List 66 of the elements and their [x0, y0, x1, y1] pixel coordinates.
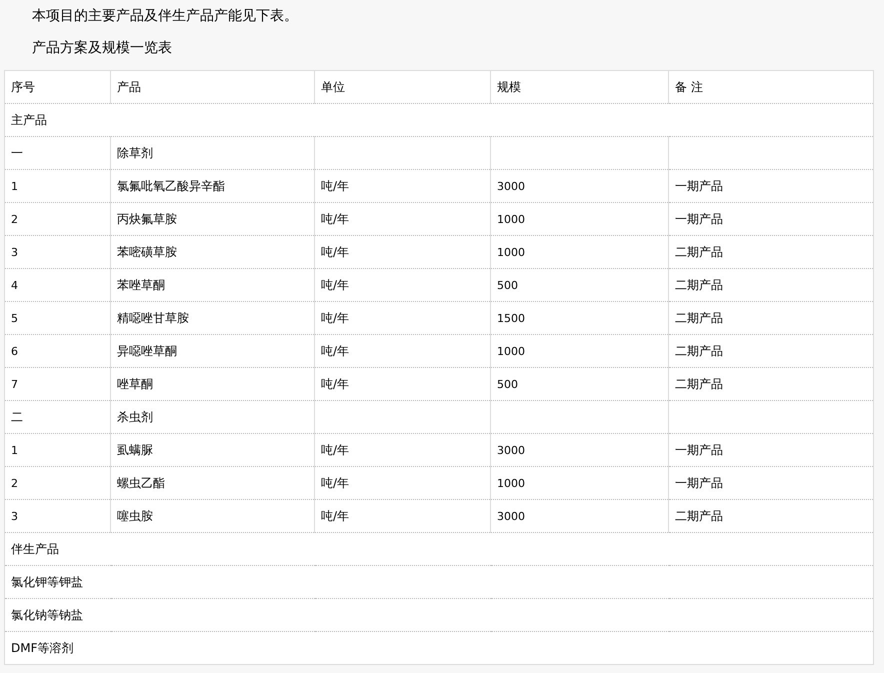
table-cell: 二期产品	[668, 268, 874, 302]
table-cell: 3000	[490, 500, 668, 532]
section-cell: 氯化钠等钠盐	[4, 598, 874, 632]
table-cell: 500	[490, 368, 668, 400]
table-cell: 1	[4, 434, 110, 466]
table-cell: 5	[4, 302, 110, 334]
paragraph: 本项目的主要产品及伴生产品产能见下表。	[32, 7, 299, 26]
table-cell: 7	[4, 368, 110, 400]
table-cell: 异噁唑草酮	[110, 334, 314, 368]
table-cell: 1500	[490, 302, 668, 334]
table-cell: 2	[4, 466, 110, 500]
table-cell: 1	[4, 170, 110, 202]
table-cell: 一期产品	[668, 202, 874, 236]
table-cell: 一期产品	[668, 434, 874, 466]
table-cell: 吨/年	[314, 302, 490, 334]
table-cell: 除草剂	[110, 136, 314, 170]
table-cell: 吨/年	[314, 170, 490, 202]
table-cell: 4	[4, 268, 110, 302]
table-cell: 二期产品	[668, 500, 874, 532]
paragraph: 产品方案及规模一览表	[32, 39, 173, 58]
table-cell: 二	[4, 400, 110, 434]
table-cell: 杀虫剂	[110, 400, 314, 434]
table-cell: 吨/年	[314, 434, 490, 466]
table-cell: 3	[4, 236, 110, 268]
table-cell: 一期产品	[668, 466, 874, 500]
table-cell: 苯唑草酮	[110, 268, 314, 302]
table-cell: 丙炔氟草胺	[110, 202, 314, 236]
table-cell: 吨/年	[314, 334, 490, 368]
table-cell: 吨/年	[314, 466, 490, 500]
table-cell: 一	[4, 136, 110, 170]
section-cell: 主产品	[4, 104, 874, 136]
column-header: 单位	[314, 70, 490, 104]
table-cell: 3000	[490, 434, 668, 466]
table-cell: 虱螨脲	[110, 434, 314, 466]
table-cell: 500	[490, 268, 668, 302]
column-header: 序号	[4, 70, 110, 104]
table-cell: 3	[4, 500, 110, 532]
table-cell: 1000	[490, 202, 668, 236]
table-cell: 噻虫胺	[110, 500, 314, 532]
column-header: 规模	[490, 70, 668, 104]
column-header: 产品	[110, 70, 314, 104]
table-cell: 螺虫乙酯	[110, 466, 314, 500]
table-cell: 二期产品	[668, 368, 874, 400]
table-cell: 吨/年	[314, 236, 490, 268]
table-cell: 3000	[490, 170, 668, 202]
table-cell: 氯氟吡氧乙酸异辛酯	[110, 170, 314, 202]
table-cell: 二期产品	[668, 236, 874, 268]
table-cell: 精噁唑甘草胺	[110, 302, 314, 334]
table-cell: 吨/年	[314, 268, 490, 302]
section-cell: 氯化钾等钾盐	[4, 566, 874, 598]
section-cell: 伴生产品	[4, 532, 874, 566]
table-cell: 吨/年	[314, 202, 490, 236]
table-cell: 吨/年	[314, 368, 490, 400]
section-cell: DMF等溶剂	[4, 632, 874, 664]
table-cell: 1000	[490, 236, 668, 268]
table-cell: 苯嘧磺草胺	[110, 236, 314, 268]
table-cell: 唑草酮	[110, 368, 314, 400]
table-cell: 二期产品	[668, 334, 874, 368]
column-header: 备 注	[668, 70, 874, 104]
table-cell: 吨/年	[314, 500, 490, 532]
table-cell: 二期产品	[668, 302, 874, 334]
table-cell: 1000	[490, 334, 668, 368]
table-cell: 2	[4, 202, 110, 236]
table-cell: 1000	[490, 466, 668, 500]
table-cell: 一期产品	[668, 170, 874, 202]
table-cell: 6	[4, 334, 110, 368]
